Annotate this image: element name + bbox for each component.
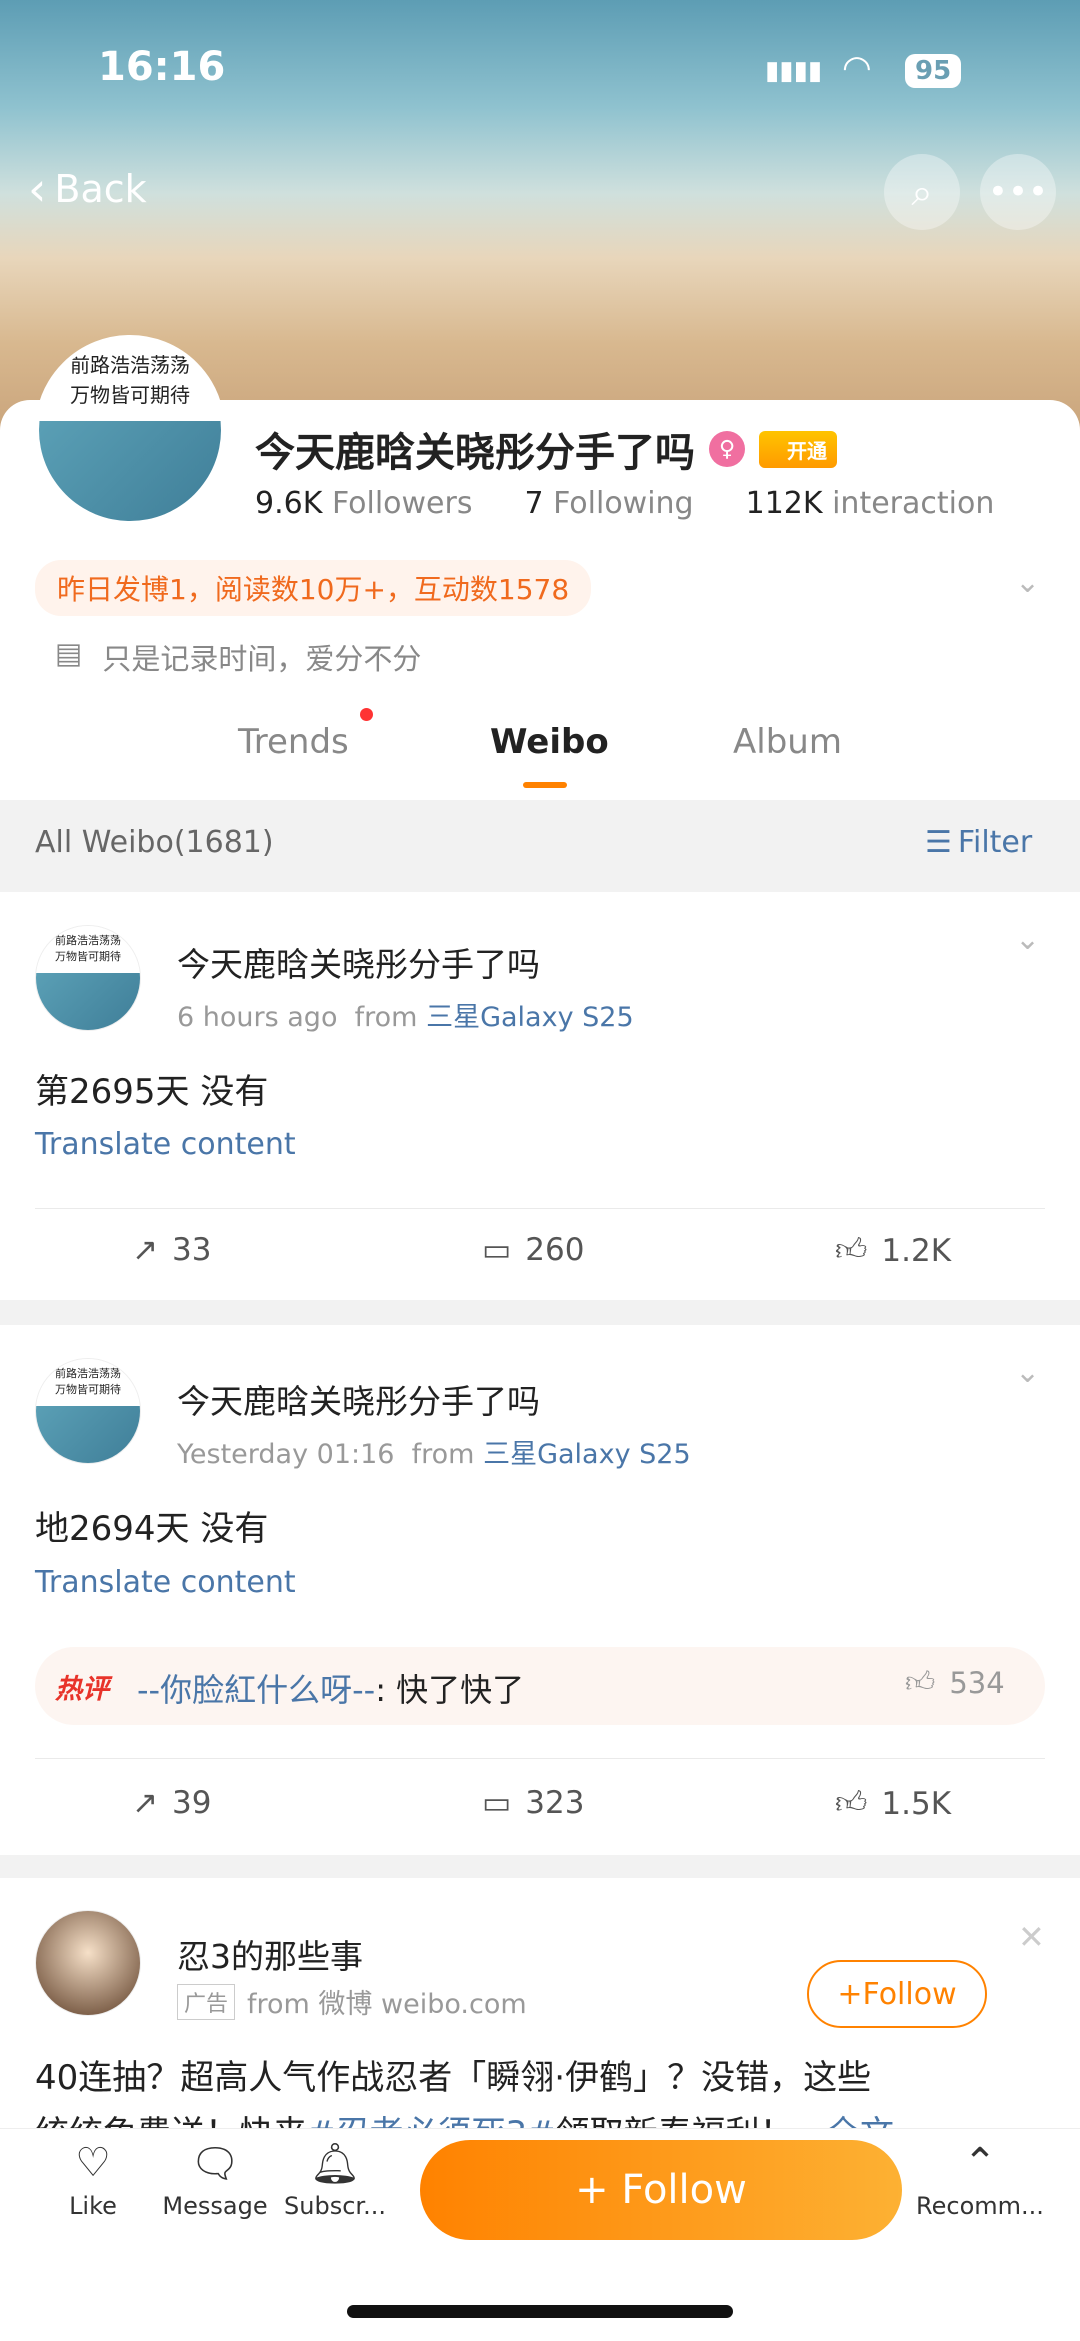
post-content: 地2694天 没有 <box>35 1509 269 1549</box>
comment-icon: ▭ <box>482 1785 512 1821</box>
repost-icon: ↗ <box>132 1232 158 1268</box>
ad-follow-button[interactable]: +Follow <box>807 1960 987 2028</box>
like-button[interactable]: 👍︎ 1.5K <box>835 1785 951 1822</box>
post-avatar[interactable]: 前路浩浩荡荡 万物皆可期待 <box>35 1358 141 1464</box>
repost-button[interactable]: ↗ 39 <box>132 1785 211 1821</box>
wifi-icon: ◠ <box>842 48 872 88</box>
back-label: Back <box>54 167 147 211</box>
battery-icon: 95 <box>905 54 962 88</box>
post-card: 前路浩浩荡荡 万物皆可期待 今天鹿晗关晓彤分手了吗 ⌄ 6 hours ago f… <box>0 892 1080 1300</box>
post-menu-chevron-icon[interactable]: ⌄ <box>1015 922 1040 957</box>
post-avatar[interactable]: 前路浩浩荡荡 万物皆可期待 <box>35 925 141 1031</box>
from-label: from <box>411 1439 475 1470</box>
search-button[interactable]: ⌕ <box>884 154 960 230</box>
post-card: 前路浩浩荡荡 万物皆可期待 今天鹿晗关晓彤分手了吗 ⌄ Yesterday 01:… <box>0 1325 1080 1855</box>
more-button[interactable]: ••• <box>980 154 1056 230</box>
tab-album[interactable]: Album <box>733 722 842 762</box>
translate-link[interactable]: Translate content <box>35 1127 296 1162</box>
ad-avatar[interactable] <box>35 1910 141 2016</box>
more-icon: ••• <box>987 172 1049 212</box>
post-time: Yesterday 01:16 <box>177 1439 395 1470</box>
all-weibo-label: All Weibo(1681) <box>35 825 274 860</box>
search-icon: ⌕ <box>911 169 933 214</box>
bell-plus-icon: 🔔︎ <box>309 2141 361 2187</box>
comment-button[interactable]: ▭ 323 <box>482 1785 584 1821</box>
interaction-stat: 112K interaction <box>745 486 995 521</box>
follow-button[interactable]: + Follow <box>420 2140 902 2240</box>
back-button[interactable]: ‹ Back <box>28 162 147 216</box>
ad-content: 40连抽？超高人气作战忍者「瞬翎·伊鹤」？没错，这些 <box>35 2058 872 2098</box>
translate-link[interactable]: Translate content <box>35 1565 296 1600</box>
avatar[interactable]: 前路浩浩荡荡 万物皆可期待 <box>35 335 225 525</box>
hot-comment-text: : 快了快了 <box>375 1671 525 1709</box>
comment-button[interactable]: ▭ 260 <box>482 1232 584 1268</box>
thumbs-up-icon: 👍︎ <box>835 1785 868 1821</box>
recommend-tab[interactable]: ⌃ Recomm... <box>910 2140 1050 2220</box>
comment-icon: ▭ <box>482 1232 512 1268</box>
post-author[interactable]: 今天鹿晗关晓彤分手了吗 <box>177 1375 540 1423</box>
ad-tag: 广告 <box>177 1983 236 2020</box>
tab-weibo[interactable]: Weibo <box>490 722 609 762</box>
chevron-left-icon: ‹ <box>28 162 47 216</box>
ad-source: from 微博 weibo.com <box>247 1989 527 2020</box>
female-icon: ♀ <box>709 431 745 467</box>
avatar-text: 万物皆可期待 <box>70 382 190 407</box>
filter-button[interactable]: ☰ Filter <box>925 825 1032 860</box>
followers-stat[interactable]: 9.6K Followers <box>255 486 472 521</box>
vip-badge[interactable]: 开通 <box>759 430 837 468</box>
home-indicator <box>347 2305 733 2318</box>
repost-icon: ↗ <box>132 1785 158 1821</box>
stats-banner[interactable]: 昨日发博1，阅读数10万+，互动数1578 <box>35 560 592 616</box>
chevron-up-circle-icon: ⌃ <box>963 2140 997 2186</box>
message-tab[interactable]: 🗨︎ Message <box>155 2140 275 2220</box>
filter-icon: ☰ <box>925 825 952 860</box>
hot-comment-user[interactable]: --你脸紅什么呀-- <box>137 1671 375 1709</box>
status-time: 16:16 <box>98 44 226 90</box>
post-menu-chevron-icon[interactable]: ⌄ <box>1015 1355 1040 1390</box>
message-icon: 🗨︎ <box>189 2141 241 2187</box>
heart-yen-icon: ♡ <box>75 2140 111 2186</box>
close-icon[interactable]: ✕ <box>1018 1918 1045 1956</box>
thumbs-up-icon: 👍︎ <box>905 1665 936 1699</box>
signal-icon: ▮▮▮▮ <box>765 56 823 86</box>
tab-trends[interactable]: Trends <box>238 722 349 762</box>
profile-name: 今天鹿晗关晓彤分手了吗 <box>255 430 695 476</box>
avatar-text: 前路浩浩荡荡 <box>70 352 190 377</box>
post-source[interactable]: 三星Galaxy S25 <box>426 1002 634 1033</box>
like-button[interactable]: 👍︎ 1.2K <box>835 1232 951 1269</box>
post-source[interactable]: 三星Galaxy S25 <box>483 1439 691 1470</box>
from-label: from <box>354 1002 418 1033</box>
following-stat[interactable]: 7 Following <box>524 486 693 521</box>
post-time: 6 hours ago <box>177 1002 338 1033</box>
notification-dot <box>360 708 373 721</box>
hot-comment-like[interactable]: 👍︎ 534 <box>905 1665 1005 1700</box>
expand-chevron-icon[interactable]: ⌄ <box>1015 565 1040 600</box>
subscribe-tab[interactable]: 🔔︎ Subscr... <box>275 2140 395 2220</box>
post-content: 第2695天 没有 <box>35 1072 269 1112</box>
ad-author[interactable]: 忍3的那些事 <box>177 1930 363 1978</box>
post-author[interactable]: 今天鹿晗关晓彤分手了吗 <box>177 938 540 986</box>
active-tab-indicator <box>523 782 567 788</box>
bio: 只是记录时间，爱分不分 <box>102 642 422 676</box>
like-tab[interactable]: ♡ Like <box>33 2140 153 2220</box>
document-icon: ▤ <box>55 636 83 670</box>
repost-button[interactable]: ↗ 33 <box>132 1232 211 1268</box>
thumbs-up-icon: 👍︎ <box>835 1232 868 1268</box>
hot-comment-tag: 热评 <box>55 1674 109 1705</box>
